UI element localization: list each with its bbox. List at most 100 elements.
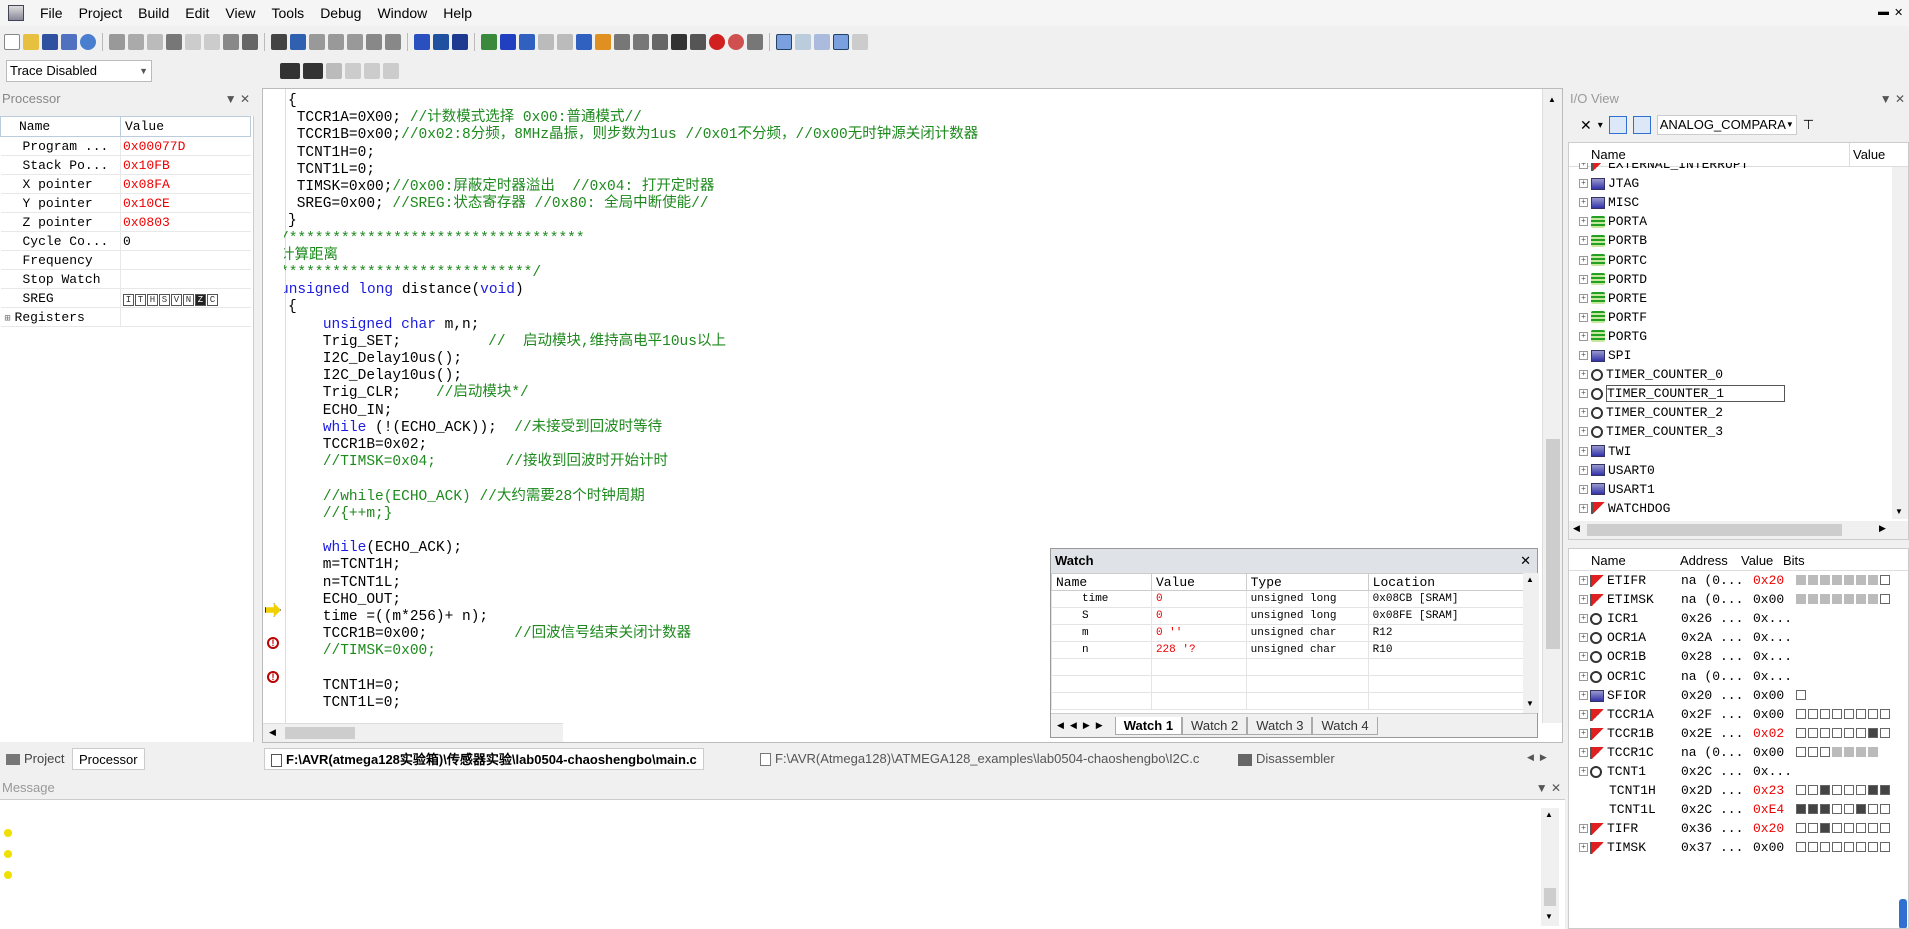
io-item-timer_counter_2[interactable]: + TIMER_COUNTER_2 — [1579, 403, 1723, 422]
bit-cell[interactable] — [1808, 823, 1818, 834]
watch-row[interactable]: time 0 unsigned long 0x08CB [SRAM] — [1051, 590, 1538, 608]
minimize-icon[interactable]: ▬ — [1878, 6, 1889, 18]
expand-icon[interactable]: + — [1579, 671, 1588, 681]
scroll-left-icon[interactable]: ◀ — [1573, 523, 1580, 534]
expand-icon[interactable]: + — [1579, 163, 1588, 169]
register-row[interactable]: + ICR1 0x26 ... 0x... — [1569, 609, 1899, 628]
bit-cell[interactable] — [1856, 746, 1866, 757]
sort-icon[interactable] — [1632, 116, 1651, 134]
io-item-porta[interactable]: + PORTA — [1579, 212, 1647, 231]
bit-cell[interactable] — [1868, 708, 1878, 719]
bit-cell[interactable] — [1880, 823, 1890, 834]
bit-cell[interactable] — [1844, 727, 1854, 738]
io-item-misc[interactable]: + MISC — [1579, 193, 1639, 212]
new-file-icon[interactable] — [4, 34, 20, 50]
bit-cell[interactable] — [1796, 727, 1806, 738]
trace-clear-icon[interactable] — [383, 63, 399, 79]
watch-header-type[interactable]: Type — [1245, 573, 1369, 591]
reg-header-value[interactable]: Value — [1741, 553, 1773, 568]
bit-cell[interactable] — [1844, 842, 1854, 853]
bookmark-next-icon[interactable] — [309, 34, 325, 50]
window-icon[interactable] — [223, 34, 239, 50]
bit-cell[interactable] — [1796, 842, 1806, 853]
bit-cell[interactable] — [1880, 842, 1890, 853]
memory-icon[interactable] — [795, 34, 811, 50]
expand-icon[interactable]: + — [1579, 614, 1588, 624]
bit-cell[interactable] — [1796, 575, 1806, 585]
run-icon[interactable] — [481, 34, 497, 50]
trace-run-icon[interactable] — [364, 63, 380, 79]
expand-icon[interactable]: + — [1579, 370, 1588, 380]
bit-cell[interactable] — [1868, 842, 1878, 853]
expand-icon[interactable]: + — [1579, 576, 1588, 585]
build-run-icon[interactable] — [452, 34, 468, 50]
bit-cell[interactable] — [1856, 575, 1866, 585]
watch-vscrollbar[interactable]: ▲ ▼ — [1523, 573, 1539, 713]
trace-select[interactable]: Trace Disabled ▼ — [6, 60, 152, 82]
bit-cell[interactable] — [1880, 594, 1890, 605]
bit-cell[interactable] — [1844, 746, 1854, 757]
register-row[interactable]: + OCR1A 0x2A ... 0x... — [1569, 628, 1899, 647]
reg-header-address[interactable]: Address — [1680, 553, 1728, 568]
io-item-twi[interactable]: + TWI — [1579, 442, 1631, 461]
menu-window[interactable]: Window — [369, 5, 435, 21]
watch-tab-2[interactable]: Watch 2 — [1182, 716, 1248, 735]
bit-cell[interactable] — [1856, 727, 1866, 738]
trace-step-icon[interactable] — [345, 63, 361, 79]
bit-cell[interactable] — [1796, 689, 1806, 700]
register-row[interactable]: TCNT1L 0x2C ... 0xE4 — [1569, 800, 1899, 819]
bit-cell[interactable] — [1868, 823, 1878, 834]
tab-disassembler[interactable]: Disassembler — [1232, 748, 1341, 770]
bit-cell[interactable] — [1820, 804, 1830, 815]
bit-cell[interactable] — [1808, 746, 1818, 757]
bit-cell[interactable] — [1820, 727, 1830, 738]
disassembler-icon[interactable] — [690, 34, 706, 50]
paste-icon[interactable] — [147, 34, 163, 50]
pin-icon[interactable] — [747, 34, 763, 50]
bit-cell[interactable] — [1808, 804, 1818, 815]
io-vscrollbar[interactable]: ▼ — [1892, 167, 1908, 519]
expand-icon[interactable]: + — [1579, 351, 1588, 360]
bit-cell[interactable] — [1832, 746, 1842, 757]
compile-icon[interactable] — [433, 34, 449, 50]
sreg-bit-S[interactable]: S — [159, 293, 170, 306]
bit-cell[interactable] — [1856, 594, 1866, 605]
bit-cell[interactable] — [1856, 804, 1866, 815]
menu-project[interactable]: Project — [71, 5, 131, 21]
processor-icon[interactable] — [852, 34, 868, 50]
panel-controls[interactable]: ▼ ✕ — [1880, 90, 1905, 108]
bit-cell[interactable] — [1808, 575, 1818, 585]
bit-cell[interactable] — [1796, 708, 1806, 719]
processor-header-name[interactable]: Name — [0, 116, 121, 137]
editor-hscroll-thumb[interactable] — [285, 727, 355, 739]
io-item-usart1[interactable]: + USART1 — [1579, 480, 1655, 499]
expand-icon[interactable]: + — [1579, 824, 1588, 834]
watch-title-bar[interactable]: Watch ✕ — [1051, 549, 1537, 573]
editor-vscroll-thumb[interactable] — [1546, 439, 1560, 649]
bit-cell[interactable] — [1868, 575, 1878, 585]
expand-icon[interactable]: + — [1579, 465, 1588, 475]
bit-cell[interactable] — [1832, 804, 1842, 815]
reset-icon[interactable] — [557, 34, 573, 50]
bit-cell[interactable] — [1820, 842, 1830, 853]
editor-hscrollbar[interactable]: ◀ — [263, 723, 563, 742]
code-icon[interactable] — [280, 63, 300, 79]
pin-top-icon[interactable]: ⊤ — [1803, 117, 1814, 133]
tab-processor[interactable]: Processor — [72, 748, 145, 770]
expand-icon[interactable]: + — [1579, 198, 1588, 208]
sreg-bit-H[interactable]: H — [147, 293, 158, 306]
message-vscrollbar[interactable]: ▲ ▼ — [1541, 808, 1559, 926]
bit-cell[interactable] — [1844, 823, 1854, 834]
panel-controls[interactable]: ▼ ✕ — [1536, 779, 1561, 797]
bit-cell[interactable] — [1832, 823, 1842, 834]
io-item-watchdog[interactable]: + WATCHDOG — [1579, 499, 1670, 518]
scroll-up-icon[interactable]: ▲ — [1545, 810, 1553, 819]
io-header-value[interactable]: Value — [1853, 147, 1885, 162]
chevron-down-icon[interactable]: ▾ — [1598, 120, 1603, 131]
filter-icon[interactable] — [1608, 116, 1627, 134]
expand-icon[interactable]: + — [1579, 690, 1588, 700]
bit-cell[interactable] — [1844, 594, 1854, 605]
io-item-portg[interactable]: + PORTG — [1579, 327, 1647, 346]
expand-icon[interactable]: + — [1579, 484, 1588, 494]
io-item-usart0[interactable]: + USART0 — [1579, 461, 1655, 480]
